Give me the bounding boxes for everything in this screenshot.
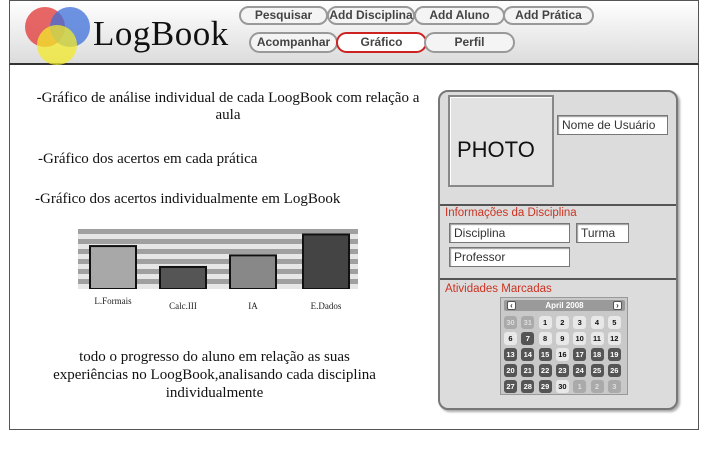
calendar-day[interactable]: 20 bbox=[504, 364, 517, 377]
calendar-day[interactable]: 1 bbox=[538, 316, 552, 329]
calendar-day[interactable]: 19 bbox=[607, 348, 621, 361]
nav-perfil-button[interactable]: Perfil bbox=[424, 32, 515, 53]
photo-label: PHOTO bbox=[457, 137, 535, 162]
calendar-day[interactable]: 5 bbox=[607, 316, 621, 329]
chart-bar bbox=[159, 265, 207, 289]
calendar-day[interactable]: 16 bbox=[555, 348, 569, 361]
nav-add-pratica-button[interactable]: Add Prática bbox=[503, 6, 594, 25]
chart-tick-label: Calc.III bbox=[169, 301, 197, 311]
activities-section-title: Atividades Marcadas bbox=[445, 283, 552, 295]
calendar-day[interactable]: 27 bbox=[504, 380, 517, 393]
discipline-field[interactable]: Disciplina bbox=[449, 223, 570, 243]
teacher-field[interactable]: Professor bbox=[449, 247, 570, 267]
calendar-title: April 2008 bbox=[545, 301, 584, 310]
nav-acompanhar-button[interactable]: Acompanhar bbox=[249, 32, 338, 53]
logo-icon bbox=[25, 3, 95, 65]
calendar-day[interactable]: 3 bbox=[573, 316, 587, 329]
nav-pesquisar-button[interactable]: Pesquisar bbox=[239, 6, 328, 25]
calendar-day[interactable]: 17 bbox=[573, 348, 587, 361]
calendar-day[interactable]: 26 bbox=[607, 364, 621, 377]
activities-calendar: ‹ April 2008 › 30 31 1 2 3 4 5 6 7 8 9 10 11 12 13 14 15… bbox=[500, 297, 628, 395]
calendar-day[interactable]: 6 bbox=[504, 332, 517, 345]
chart-tick-label: IA bbox=[248, 301, 258, 311]
nav-add-disciplina-button[interactable]: Add Disciplina bbox=[327, 6, 415, 25]
chart-bar bbox=[302, 233, 350, 289]
calendar-day[interactable]: 25 bbox=[590, 364, 604, 377]
calendar-day[interactable]: 24 bbox=[573, 364, 587, 377]
calendar-day[interactable]: 2 bbox=[555, 316, 569, 329]
calendar-day[interactable]: 12 bbox=[607, 332, 621, 345]
calendar-day[interactable]: 9 bbox=[555, 332, 569, 345]
bullet-practice-text: -Gráfico dos acertos em cada prática bbox=[38, 151, 258, 167]
logo-text: LogBook bbox=[93, 14, 229, 53]
calendar-header: ‹ April 2008 › bbox=[504, 300, 625, 311]
progress-bar-chart bbox=[78, 229, 358, 289]
logo-circle-yellow bbox=[37, 25, 77, 65]
panel-divider bbox=[440, 204, 676, 206]
nav-add-aluno-button[interactable]: Add Aluno bbox=[414, 6, 505, 25]
calendar-day[interactable]: 13 bbox=[504, 348, 517, 361]
calendar-day[interactable]: 4 bbox=[590, 316, 604, 329]
chart-tick-label: E.Dados bbox=[310, 301, 342, 311]
bullet-individual-text: -Gráfico dos acertos individualmente em … bbox=[35, 191, 341, 207]
calendar-day[interactable]: 31 bbox=[521, 316, 535, 329]
calendar-day[interactable]: 23 bbox=[555, 364, 569, 377]
calendar-day[interactable]: 28 bbox=[521, 380, 535, 393]
calendar-day[interactable]: 11 bbox=[590, 332, 604, 345]
chevron-right-icon[interactable]: › bbox=[613, 301, 622, 310]
chart-bar bbox=[229, 254, 277, 289]
class-field[interactable]: Turma bbox=[576, 223, 629, 243]
calendar-day[interactable]: 18 bbox=[590, 348, 604, 361]
calendar-day[interactable]: 8 bbox=[538, 332, 552, 345]
calendar-day[interactable]: 2 bbox=[590, 380, 604, 393]
summary-text: todo o progresso do aluno em relação as … bbox=[53, 349, 376, 401]
nav-grafico-button[interactable]: Gráfico bbox=[336, 32, 427, 53]
bullet-analysis-text: -Gráfico de análise individual de cada L… bbox=[36, 90, 420, 123]
calendar-day[interactable]: 21 bbox=[521, 364, 535, 377]
username-field[interactable]: Nome de Usuário bbox=[557, 115, 668, 135]
calendar-day[interactable]: 22 bbox=[538, 364, 552, 377]
calendar-day[interactable]: 7 bbox=[521, 332, 535, 345]
user-photo[interactable]: PHOTO bbox=[448, 95, 554, 187]
calendar-day[interactable]: 30 bbox=[555, 380, 569, 393]
calendar-day[interactable]: 10 bbox=[573, 332, 587, 345]
calendar-day[interactable]: 30 bbox=[504, 316, 517, 329]
chart-bar bbox=[89, 245, 137, 289]
calendar-day[interactable]: 3 bbox=[607, 380, 621, 393]
discipline-section-title: Informações da Disciplina bbox=[445, 207, 577, 219]
calendar-day[interactable]: 15 bbox=[538, 348, 552, 361]
panel-divider bbox=[440, 278, 676, 280]
chart-tick-label: L.Formais bbox=[94, 296, 132, 306]
calendar-day[interactable]: 1 bbox=[573, 380, 587, 393]
calendar-day[interactable]: 29 bbox=[538, 380, 552, 393]
calendar-day[interactable]: 14 bbox=[521, 348, 535, 361]
